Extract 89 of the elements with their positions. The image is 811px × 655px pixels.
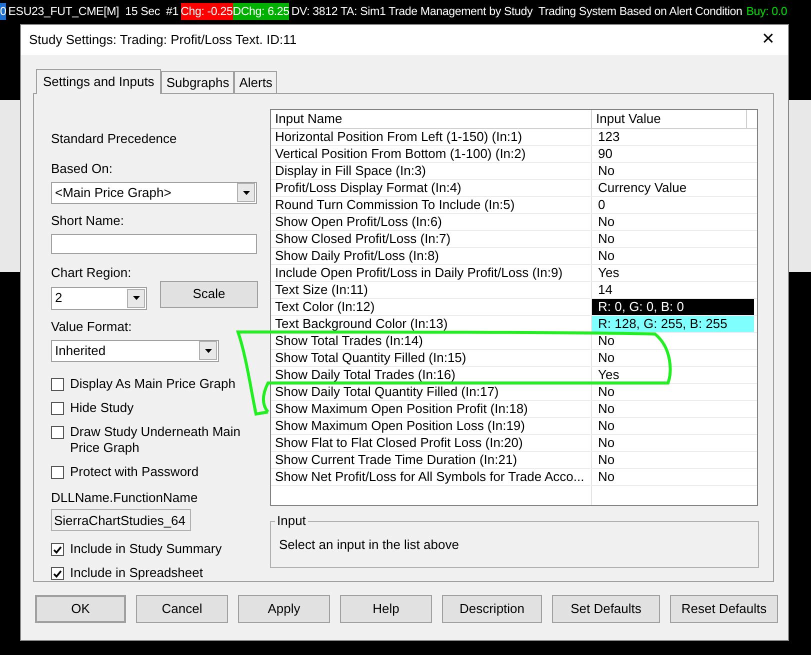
checkbox-label: Include in Study Summary [70,541,223,557]
table-cell-text: No [597,163,616,179]
chart-header-text: Buy: 0.0 [745,4,788,20]
table-cell: Round Turn Commission To Include (In:5) [271,197,592,213]
table-cell-text: No [597,435,616,451]
dropdown[interactable]: 2 [51,286,147,310]
table-cell-text: No [597,231,616,247]
table-cell-text: Currency Value [597,180,688,196]
table-cell: Show Total Trades (In:14) [271,333,592,349]
table-cell: Display in Fill Space (In:3) [271,163,592,179]
table-cell-text: No [597,418,616,434]
table-cell: Show Net Profit/Loss for All Symbols for Trade Acco... [271,469,592,485]
table-cell-text: No [597,469,616,485]
dropdown[interactable]: <Main Price Graph> [51,182,257,204]
table-cell: Show Total Quantity Filled (In:15) [271,350,592,366]
groupbox-title: Input [275,513,308,529]
table-cell-text: 0 [597,197,606,213]
table-cell: Show Daily Total Trades (In:16) [271,367,592,383]
table-cell: Show Daily Profit/Loss (In:8) [271,248,592,264]
input-hint: Select an input in the list above [279,537,459,552]
table-cell: Show Maximum Open Position Loss (In:19) [271,418,592,434]
table-cell: R: 0, G: 0, B: 0 [592,299,754,315]
checkbox[interactable] [51,426,64,439]
table-cell: Horizontal Position From Left (1-150) (In:1) [271,129,592,145]
table-cell-text: 90 [597,146,614,162]
checkbox[interactable] [51,543,64,556]
table-cell-text: 123 [597,129,621,145]
column-header[interactable]: Input Name [271,110,592,128]
tab[interactable]: Settings and Inputs [36,69,162,94]
table-cell-text: Yes [597,367,620,383]
field-label: Short Name: [51,212,125,230]
field-label: DLLName.FunctionName [51,488,199,507]
column-header[interactable]: Input Value [592,110,747,128]
table-cell-text: No [597,214,616,230]
table-cell-text: 14 [597,282,614,298]
dialog-button[interactable]: Help [340,595,432,623]
tab[interactable]: Subgraphs [161,71,234,93]
short-name-field[interactable] [51,234,257,254]
field-label: Based On: [51,160,114,178]
field-label: Chart Region: [51,264,132,282]
chart-header-text: DV: 3812 TA: Sim1 Trade Management by Study Trading System Based on Alert Condition [290,4,744,20]
checkbox-label: Hide Study [70,400,135,416]
table-cell-text: No [597,333,616,349]
field-label: Value Format: [51,318,133,336]
checkbox-label: Protect with Password [70,464,200,480]
table-cell: R: 128, G: 255, B: 255 [592,316,754,332]
window-title: Study Settings: Trading: Profit/Loss Text. ID:11 [29,31,297,50]
chart-header-text: ESU23_FUT_CME[M] 15 Sec #1 [7,4,180,20]
table-cell: Text Size (In:11) [271,282,592,298]
table-cell-text: No [597,401,616,417]
dialog-button[interactable]: Reset Defaults [670,595,778,623]
table-cell: Show Daily Total Quantity Filled (In:17) [271,384,592,400]
dialog-button[interactable]: Description [442,595,542,623]
checkbox[interactable] [51,402,64,415]
table-cell: Show Flat to Flat Closed Profit Loss (In:20) [271,435,592,451]
tab[interactable]: Alerts [234,71,278,93]
dialog-button[interactable]: Cancel [136,595,228,623]
chart-header-badge: 0 [0,2,6,20]
dialog-button[interactable]: Apply [238,595,330,623]
close-button[interactable]: ✕ [748,25,788,55]
caret-icon [132,296,140,300]
table-cell-text: Yes [597,265,620,281]
chart-header-badge: Chg: -0.25 [180,2,233,20]
table-cell: Show Open Profit/Loss (In:6) [271,214,592,230]
chart-header-badge: DChg: 6.25 [232,2,290,20]
checkbox[interactable] [51,378,64,391]
table-cell: Include Open Profit/Loss in Daily Profit/Loss (In:9) [271,265,592,281]
table-cell-text: No [597,384,616,400]
table-cell-text: No [597,248,616,264]
table-cell-text: No [597,350,616,366]
dialog-button[interactable]: OK [35,595,126,623]
scale-button[interactable]: Scale [160,280,258,308]
table-cell: Show Closed Profit/Loss (In:7) [271,231,592,247]
caret-icon [242,190,250,195]
checkbox-label: Draw Study Underneath Main Price Graph [70,424,242,456]
table-cell: Vertical Position From Bottom (1-100) (In:2) [271,146,592,162]
dll-name-field[interactable]: SierraChartStudies_64 [51,509,191,531]
table-cell: Profit/Loss Display Format (In:4) [271,180,592,196]
dialog-button[interactable]: Set Defaults [552,595,660,623]
checkbox[interactable] [51,466,64,479]
caret-icon [204,348,212,353]
table-cell-text: No [597,452,616,468]
checkbox[interactable] [51,567,64,580]
table-cell: Show Current Trade Time Duration (In:21) [271,452,592,468]
checkbox-label: Include in Spreadsheet [70,565,204,581]
field-label: Standard Precedence [51,130,178,148]
checkbox-label: Display As Main Price Graph [70,376,236,392]
dropdown[interactable]: Inherited [51,340,219,362]
table-cell: Show Maximum Open Position Profit (In:18) [271,401,592,417]
